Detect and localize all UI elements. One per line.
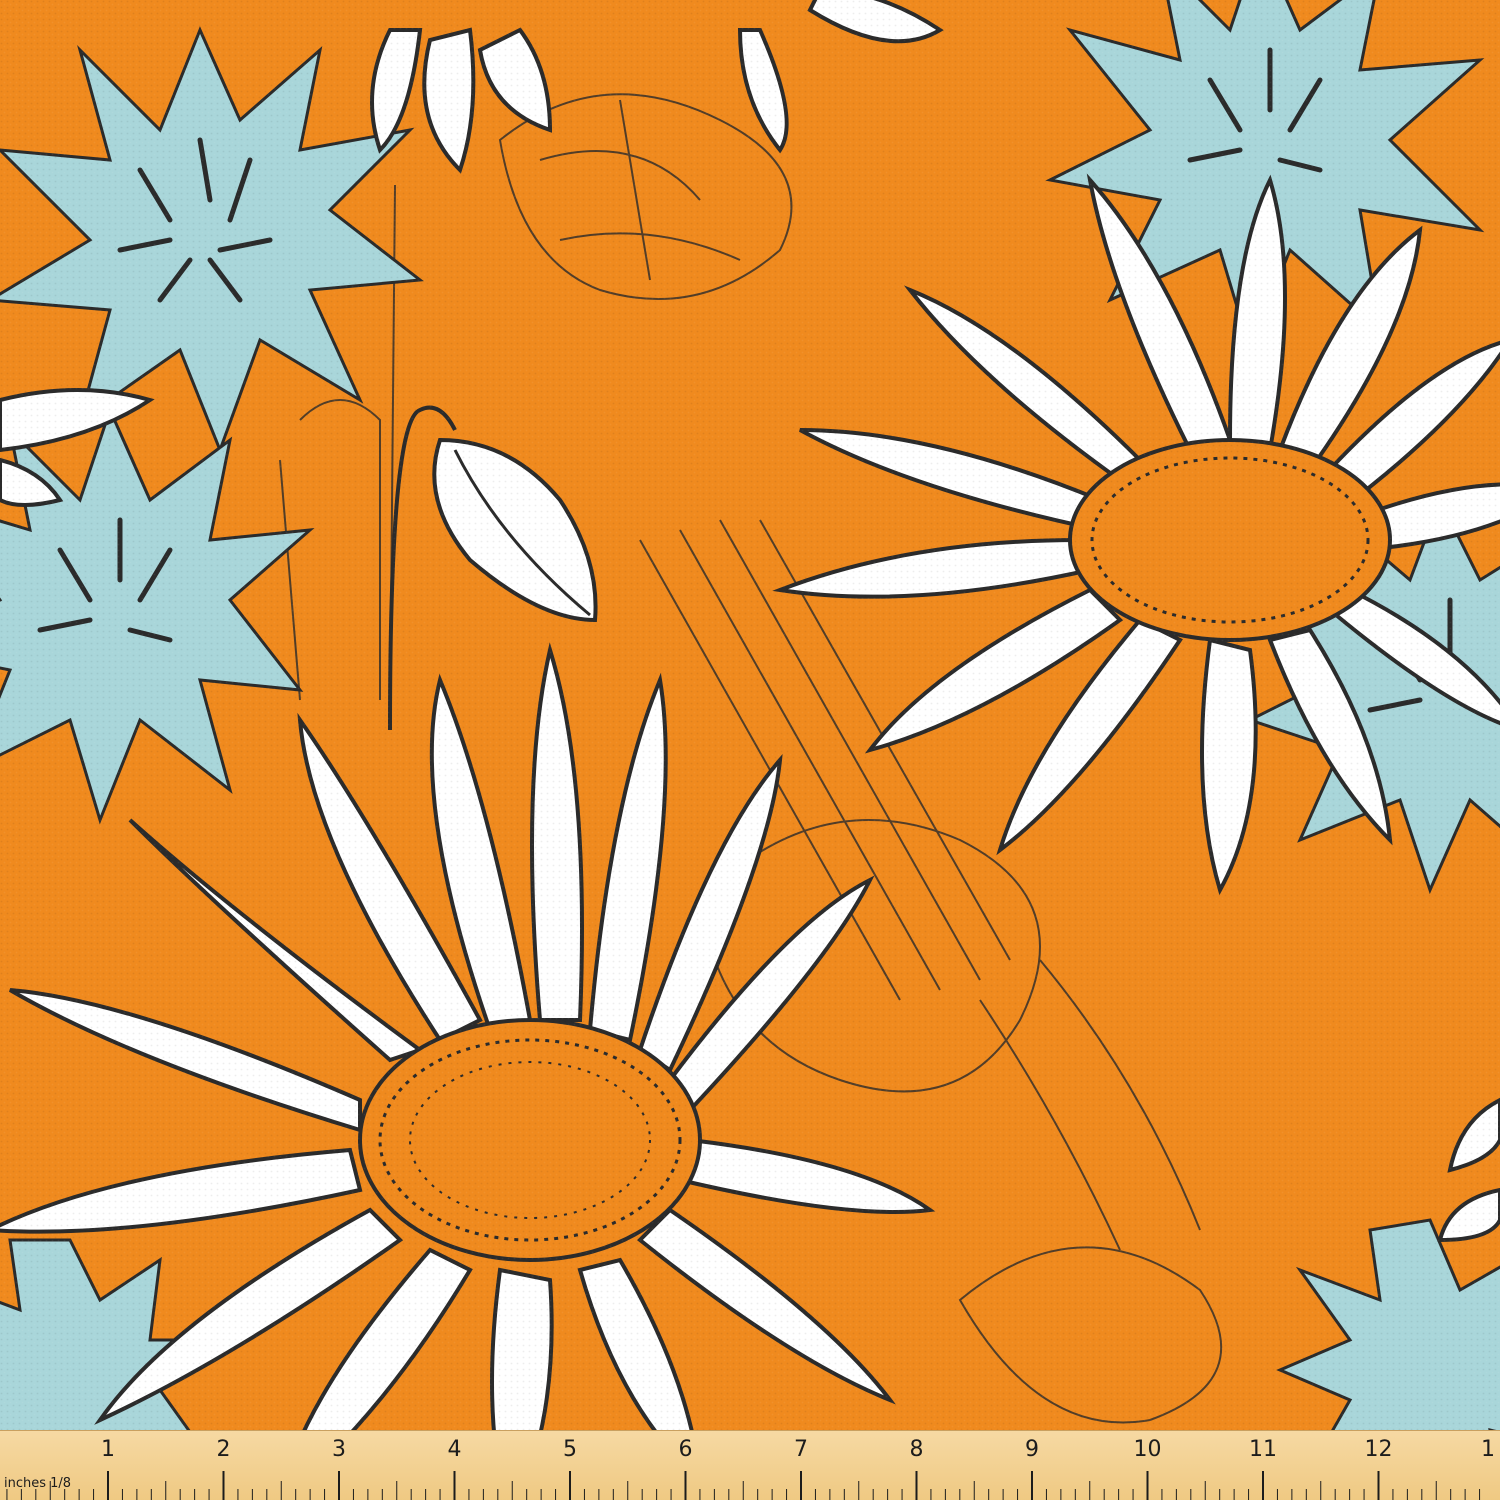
ruler-number: 2 [216,1437,231,1462]
ruler-number: 9 [1025,1437,1039,1462]
floral-pattern [0,0,1500,1500]
ruler-number: 3 [332,1437,346,1462]
measuring-ruler: 1 2 3 4 5 6 7 8 9 10 11 12 1 inches 1/8 [0,1430,1500,1500]
fabric-swatch: 1 2 3 4 5 6 7 8 9 10 11 12 1 inches 1/8 [0,0,1500,1500]
ruler-number: 7 [794,1437,808,1462]
ruler-unit-label: inches 1/8 [4,1476,72,1491]
weave-texture [0,0,1500,1500]
ruler-number: 5 [563,1437,577,1462]
ruler-number: 11 [1249,1437,1277,1462]
ruler-number: 6 [678,1437,693,1462]
ruler-number: 1 [101,1437,115,1462]
ruler-number: 8 [909,1437,924,1462]
ruler-number: 12 [1364,1437,1393,1462]
ruler-number: 4 [447,1437,462,1462]
ruler-number: 10 [1133,1437,1162,1462]
ruler-number: 1 [1481,1437,1495,1462]
